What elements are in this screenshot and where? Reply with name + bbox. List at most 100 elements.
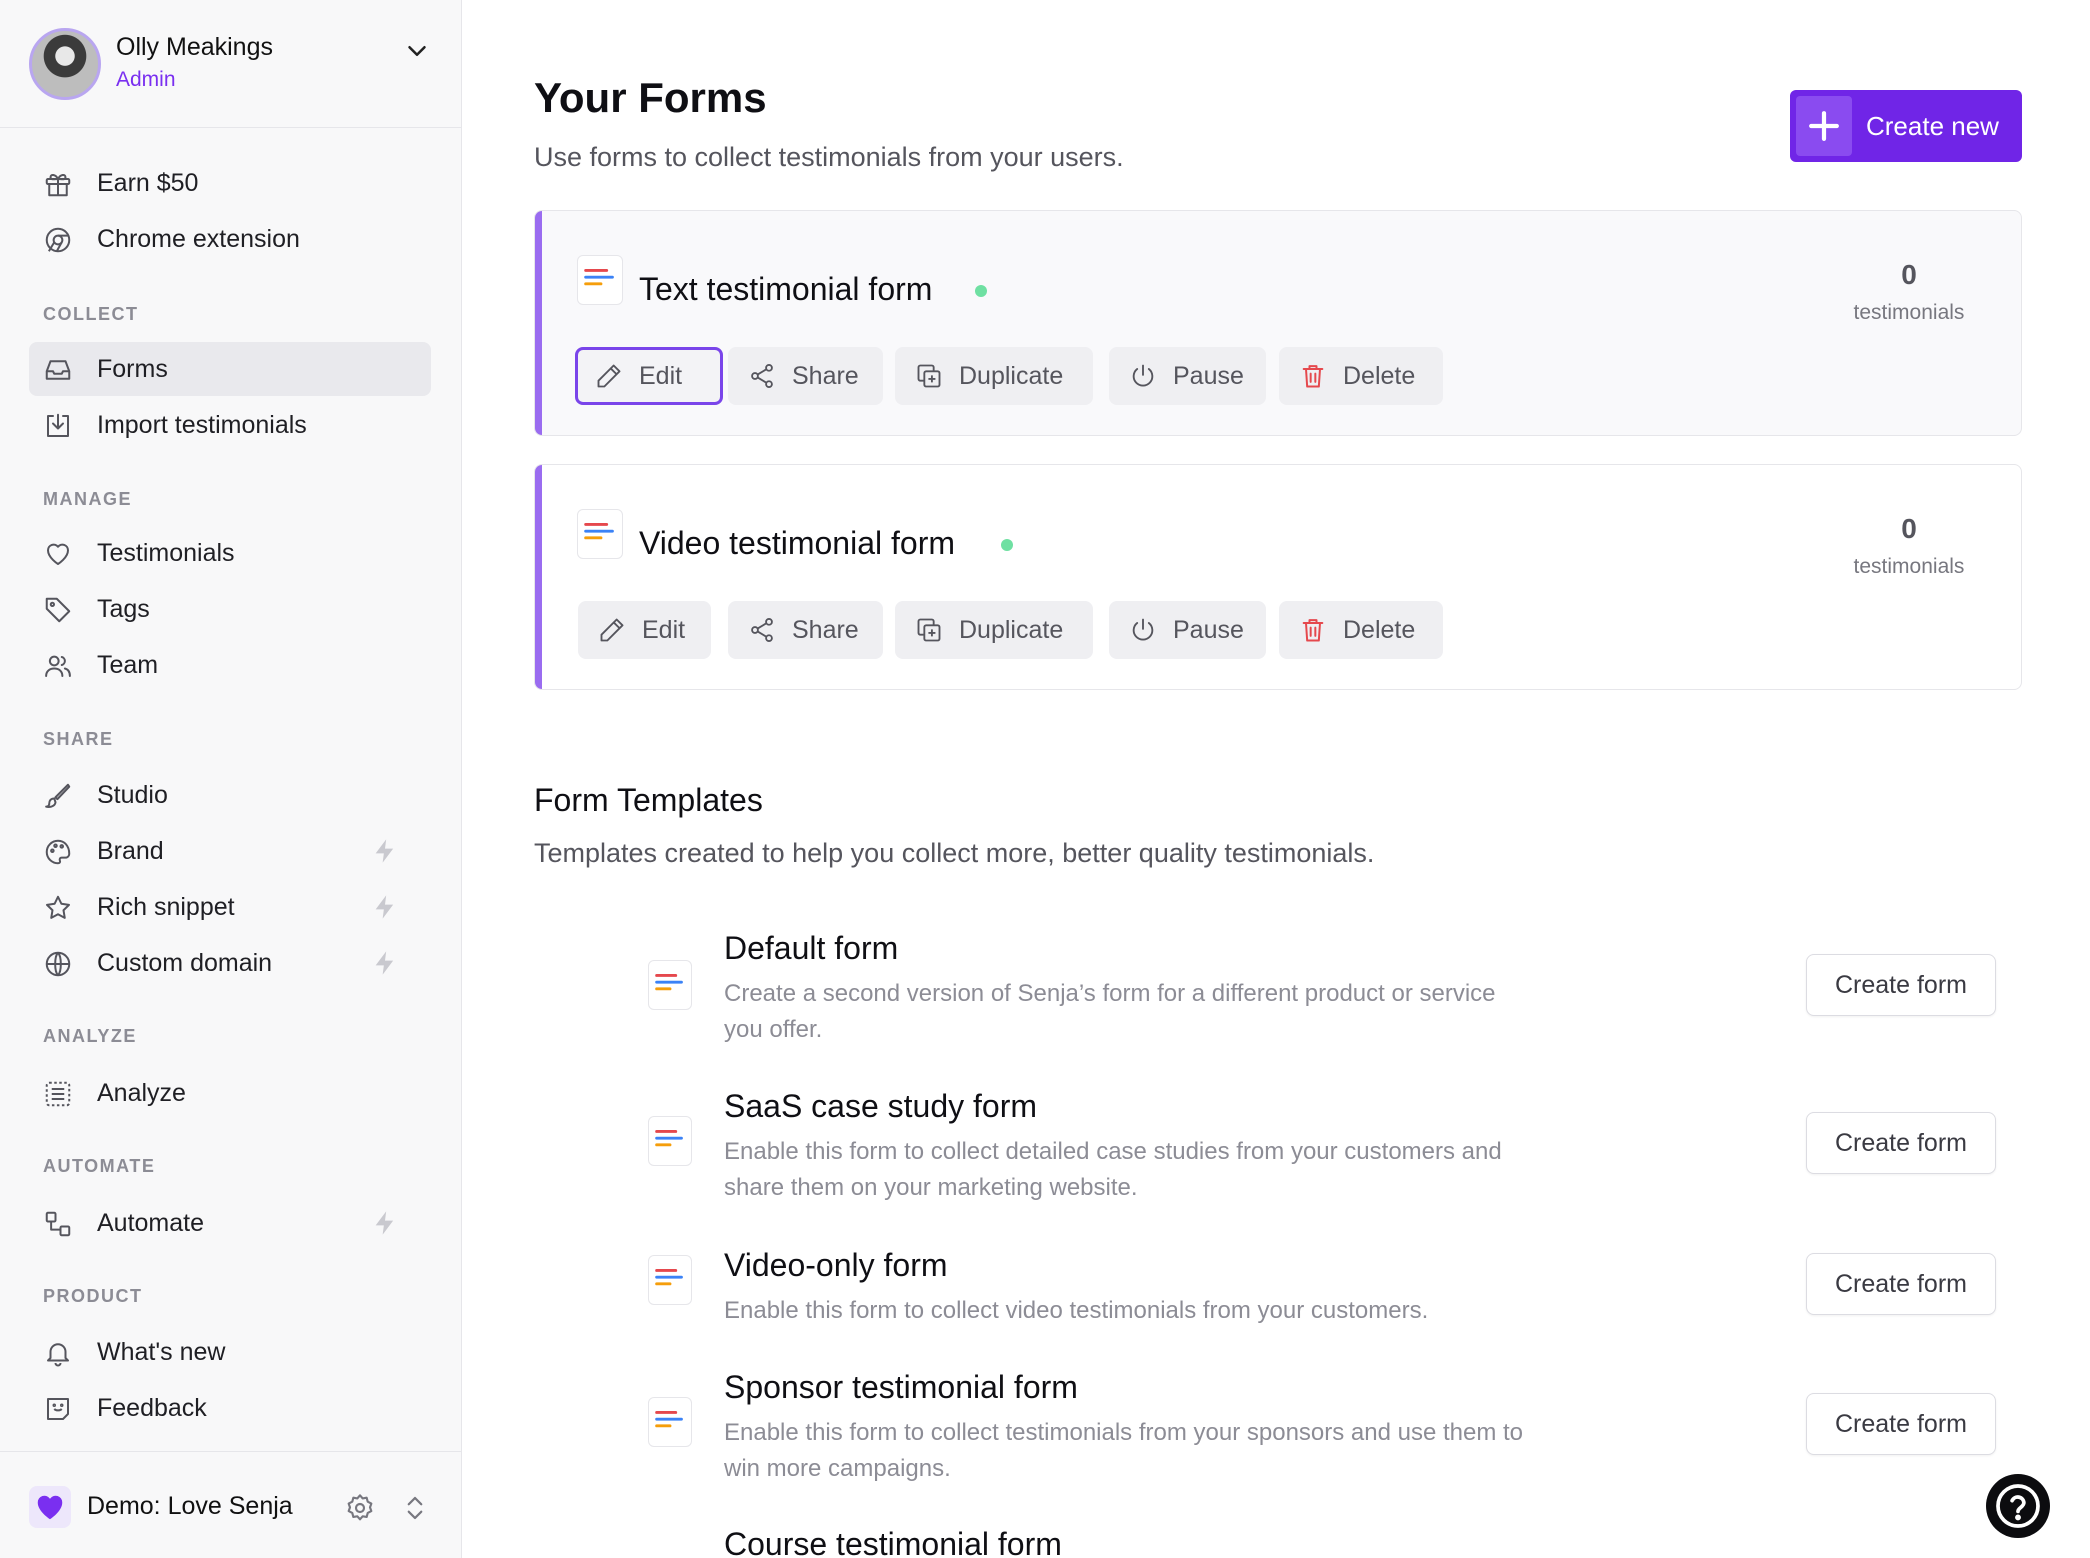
feedback-icon [47,1398,69,1420]
plus-icon [1809,111,1839,141]
testimonial-count: 0 [1901,259,1917,290]
form-card-accent [535,211,542,435]
sidebar-item-feedback[interactable]: Feedback [29,1381,431,1435]
section-label-product: PRODUCT [43,1286,143,1306]
duplicate-icon [917,364,941,388]
gift-icon [45,174,71,197]
delete-label: Delete [1343,616,1416,644]
form-lines-icon [584,269,614,286]
bell-icon [47,1343,69,1367]
sidebar-item-whats-new[interactable]: What's new [29,1325,431,1379]
sidebar-item-analyze[interactable]: Analyze [29,1066,431,1120]
sidebar-item-earn[interactable]: Earn $50 [29,156,431,210]
section-label-share: SHARE [43,729,114,749]
delete-button[interactable]: Delete [1279,601,1443,659]
globe-icon [45,951,71,977]
create-form-button[interactable]: Create form [1806,1253,1996,1315]
sidebar-item-tags[interactable]: Tags [29,582,431,636]
star-icon [46,895,70,919]
share-button[interactable]: Share [728,347,883,405]
import-icon [47,413,69,437]
create-form-button[interactable]: Create form [1806,1112,1996,1174]
edit-button[interactable]: Edit [578,601,711,659]
share-label: Share [792,362,859,390]
template-icon [648,1397,692,1447]
edit-button[interactable]: Edit [575,347,723,405]
form-card: Video testimonial form 0 testimonials Ed… [534,464,2022,690]
form-card: Text testimonial form 0 testimonials Edi… [534,210,2022,436]
chevron-down-icon[interactable] [402,36,432,66]
create-form-button[interactable]: Create form [1806,1393,1996,1455]
share-icon [751,617,773,643]
chevron-updown-icon[interactable] [400,1492,430,1524]
delete-label: Delete [1343,362,1416,390]
duplicate-button[interactable]: Duplicate [895,347,1093,405]
template-title: Video-only form [724,1247,948,1283]
create-form-button[interactable]: Create form [1806,954,1996,1016]
tag-icon [45,597,71,623]
sidebar-item-forms[interactable]: Forms [29,342,431,396]
user-menu[interactable]: Olly Meakings Admin [0,0,461,128]
create-form-label: Create form [1835,1270,1967,1298]
delete-button[interactable]: Delete [1279,347,1443,405]
share-button[interactable]: Share [728,601,883,659]
duplicate-button[interactable]: Duplicate [895,601,1093,659]
template-title: Sponsor testimonial form [724,1369,1078,1405]
share-icon [751,363,773,389]
sidebar-item-automate[interactable]: Automate [29,1196,431,1250]
sidebar-item-studio[interactable]: Studio [29,768,431,822]
edit-label: Edit [642,616,686,644]
sidebar-item-label: Automate [97,1209,205,1237]
help-button[interactable] [1986,1474,2050,1538]
duplicate-icon [917,618,941,642]
workflow-icon [45,1211,71,1237]
workspace-switcher[interactable]: Demo: Love Senja [0,1451,461,1558]
form-lines-icon [655,1411,683,1428]
section-label-automate: AUTOMATE [43,1156,156,1176]
bolt-icon [375,895,394,919]
pause-button[interactable]: Pause [1109,601,1266,659]
trash-icon [1302,619,1324,642]
edit-label: Edit [639,362,683,390]
pause-label: Pause [1173,616,1244,644]
form-title[interactable]: Video testimonial form [639,525,955,562]
pencil-icon [597,364,621,388]
template-title: Default form [724,930,899,966]
status-dot [1001,539,1013,551]
template-description: Enable this form to collect video testim… [724,1297,1429,1324]
bolt-icon [375,839,394,863]
power-icon [1132,364,1154,387]
share-label: Share [792,616,859,644]
form-lines-icon [655,1269,683,1286]
sidebar-item-custom-domain[interactable]: Custom domain [29,936,431,990]
sidebar-item-label: Rich snippet [97,893,235,921]
template-description: Enable this form to collect testimonials… [724,1419,1524,1482]
sidebar-item-rich-snippet[interactable]: Rich snippet [29,880,431,934]
page-subtitle: Use forms to collect testimonials from y… [534,142,1124,172]
form-lines-icon [584,523,614,540]
pencil-icon [600,618,624,642]
help-icon [1996,1484,2040,1528]
sidebar-item-label: Chrome extension [97,225,300,253]
sidebar-item-label: Tags [97,595,150,623]
template-title: Course testimonial form [724,1526,1062,1558]
avatar [29,28,101,100]
duplicate-label: Duplicate [959,362,1064,390]
sidebar-item-brand[interactable]: Brand [29,824,431,878]
user-role: Admin [116,68,176,91]
create-new-button[interactable]: Create new [1790,90,2022,162]
bolt-icon [375,951,394,975]
sidebar-item-import-testimonials[interactable]: Import testimonials [29,398,431,452]
sidebar-item-label: What's new [97,1338,226,1366]
gear-icon[interactable] [344,1492,376,1524]
sidebar-item-team[interactable]: Team [29,638,431,692]
create-new-label: Create new [1866,111,1999,141]
inbox-icon [45,360,71,380]
sidebar-item-chrome-extension[interactable]: Chrome extension [29,212,431,266]
form-title[interactable]: Text testimonial form [639,271,932,308]
sidebar-item-testimonials[interactable]: Testimonials [29,526,431,580]
users-icon [45,655,71,677]
pause-button[interactable]: Pause [1109,347,1266,405]
form-icon [577,509,623,559]
user-name: Olly Meakings [116,33,273,61]
